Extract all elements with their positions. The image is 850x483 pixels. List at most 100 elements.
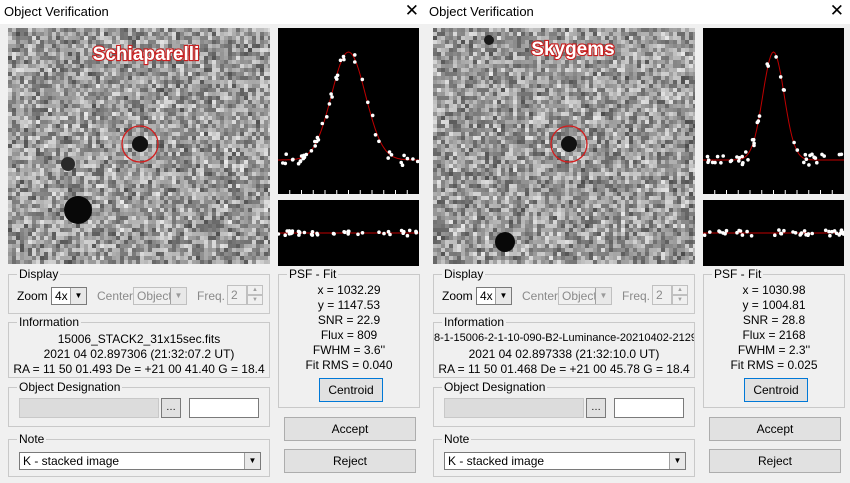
object-designation-group: Object Designation …	[8, 380, 270, 427]
psf-snr: SNR = 22.9	[317, 313, 381, 327]
stepper-up-icon[interactable]: ▲	[672, 285, 688, 295]
designation-browse-button[interactable]: …	[586, 398, 606, 418]
note-group: Note K - stacked image ▼	[8, 432, 270, 477]
psf-data-point	[737, 156, 742, 160]
residual-data-point	[740, 233, 745, 237]
freq-label: Freq.	[622, 289, 651, 303]
psf-data-point	[335, 77, 339, 81]
note-value: K - stacked image	[448, 454, 545, 468]
residual-data-point	[310, 230, 315, 234]
designation-browse-button[interactable]: …	[161, 398, 181, 418]
star-field-image[interactable]: Skygems	[433, 28, 695, 264]
psf-data-point	[719, 161, 723, 165]
freq-stepper[interactable]: 2 ▲ ▼	[652, 285, 690, 305]
psf-data-point	[304, 152, 309, 157]
close-icon[interactable]: ✕	[830, 1, 844, 21]
psf-y: y = 1004.81	[742, 298, 806, 312]
psf-data-point	[309, 149, 314, 153]
title-bar[interactable]: Object Verification ✕	[0, 0, 425, 24]
psf-data-point	[290, 158, 295, 162]
psf-data-point	[706, 158, 711, 162]
center-select[interactable]: Object ▼	[558, 287, 612, 305]
psf-data-point	[313, 144, 317, 148]
stepper-down-icon[interactable]: ▼	[247, 295, 263, 305]
stepper-down-icon[interactable]: ▼	[672, 295, 688, 305]
psf-data-point	[807, 163, 811, 167]
star-field-image[interactable]: Schiaparelli	[8, 28, 270, 264]
psf-data-point	[737, 159, 741, 163]
centroid-button[interactable]: Centroid	[319, 378, 383, 402]
object-coordinates: RA = 11 50 01.468 De = +21 00 45.78 G = …	[438, 362, 690, 376]
psf-data-point	[360, 77, 365, 82]
residual-data-point	[342, 230, 346, 234]
zoom-select[interactable]: 4x ▼	[476, 287, 512, 305]
residual-data-point	[302, 230, 307, 235]
designation-input[interactable]	[444, 398, 584, 418]
freq-value: 2	[652, 285, 672, 305]
residual-data-point	[297, 230, 302, 235]
psf-data-point	[744, 150, 748, 154]
center-value: Object	[137, 289, 172, 303]
psf-data-point	[411, 157, 415, 161]
reject-button[interactable]: Reject	[709, 449, 841, 473]
title-bar[interactable]: Object Verification ✕	[425, 0, 850, 24]
residual-data-point	[287, 232, 292, 236]
center-value: Object	[562, 289, 597, 303]
centroid-button[interactable]: Centroid	[744, 378, 808, 402]
psf-data-point	[795, 148, 800, 152]
note-value: K - stacked image	[23, 454, 120, 468]
psf-data-point	[353, 60, 357, 64]
psf-data-point	[728, 159, 733, 164]
close-icon[interactable]: ✕	[405, 1, 419, 21]
psf-legend: PSF - Fit	[287, 267, 339, 281]
psf-x: x = 1032.29	[317, 283, 381, 297]
accept-button[interactable]: Accept	[284, 417, 416, 441]
zoom-label: Zoom	[17, 289, 48, 303]
accept-button[interactable]: Accept	[709, 417, 841, 441]
residual-data-point	[791, 230, 795, 234]
designation-code-input[interactable]	[614, 398, 684, 418]
image-filename: 8-1-15006-2-1-10-090-B2-Luminance-202104…	[434, 332, 694, 344]
residual-data-point	[779, 231, 783, 236]
freq-stepper[interactable]: 2 ▲ ▼	[227, 285, 265, 305]
chevron-down-icon: ▼	[170, 288, 186, 304]
psf-flux: Flux = 2168	[742, 328, 806, 342]
psf-fit-rms: Fit RMS = 0.025	[730, 358, 818, 372]
star-field-svg: Schiaparelli	[8, 28, 270, 264]
psf-data-point	[804, 157, 809, 161]
psf-data-point	[802, 160, 806, 165]
reject-button[interactable]: Reject	[284, 449, 416, 473]
psf-axis-ticks	[714, 190, 833, 194]
psf-data-point	[792, 140, 796, 145]
residual-data-point	[804, 232, 808, 237]
psf-data-point	[752, 141, 756, 146]
psf-axis-ticks	[289, 190, 408, 194]
psf-data-point	[335, 73, 340, 78]
freq-value: 2	[227, 285, 247, 305]
designation-input[interactable]	[19, 398, 159, 418]
stepper-up-icon[interactable]: ▲	[247, 285, 263, 295]
note-select[interactable]: K - stacked image ▼	[444, 452, 686, 470]
psf-fit-group: PSF - Fit x = 1032.29 y = 1147.53 SNR = …	[278, 267, 420, 408]
note-select[interactable]: K - stacked image ▼	[19, 452, 261, 470]
psf-data-point	[755, 120, 760, 125]
residual-data-point	[388, 232, 392, 237]
object-designation-group: Object Designation …	[433, 380, 695, 427]
psf-data-point	[765, 62, 769, 66]
star-field-svg: Skygems	[433, 28, 695, 264]
psf-fwhm: FWHM = 2.3''	[737, 343, 811, 357]
psf-data-point	[329, 92, 333, 96]
psf-data-point	[400, 163, 405, 167]
psf-data-point	[366, 100, 370, 105]
psf-profile-plot	[703, 28, 844, 194]
zoom-select[interactable]: 4x ▼	[51, 287, 87, 305]
psf-data-point	[803, 152, 808, 157]
center-select[interactable]: Object ▼	[133, 287, 187, 305]
designation-code-input[interactable]	[189, 398, 259, 418]
residual-data-point	[382, 231, 386, 236]
information-legend: Information	[442, 315, 507, 329]
residual-data-point	[721, 231, 725, 235]
psf-data-point	[386, 156, 390, 160]
residual-data-point	[405, 233, 410, 238]
object-coordinates: RA = 11 50 01.493 De = +21 00 41.40 G = …	[13, 362, 265, 376]
